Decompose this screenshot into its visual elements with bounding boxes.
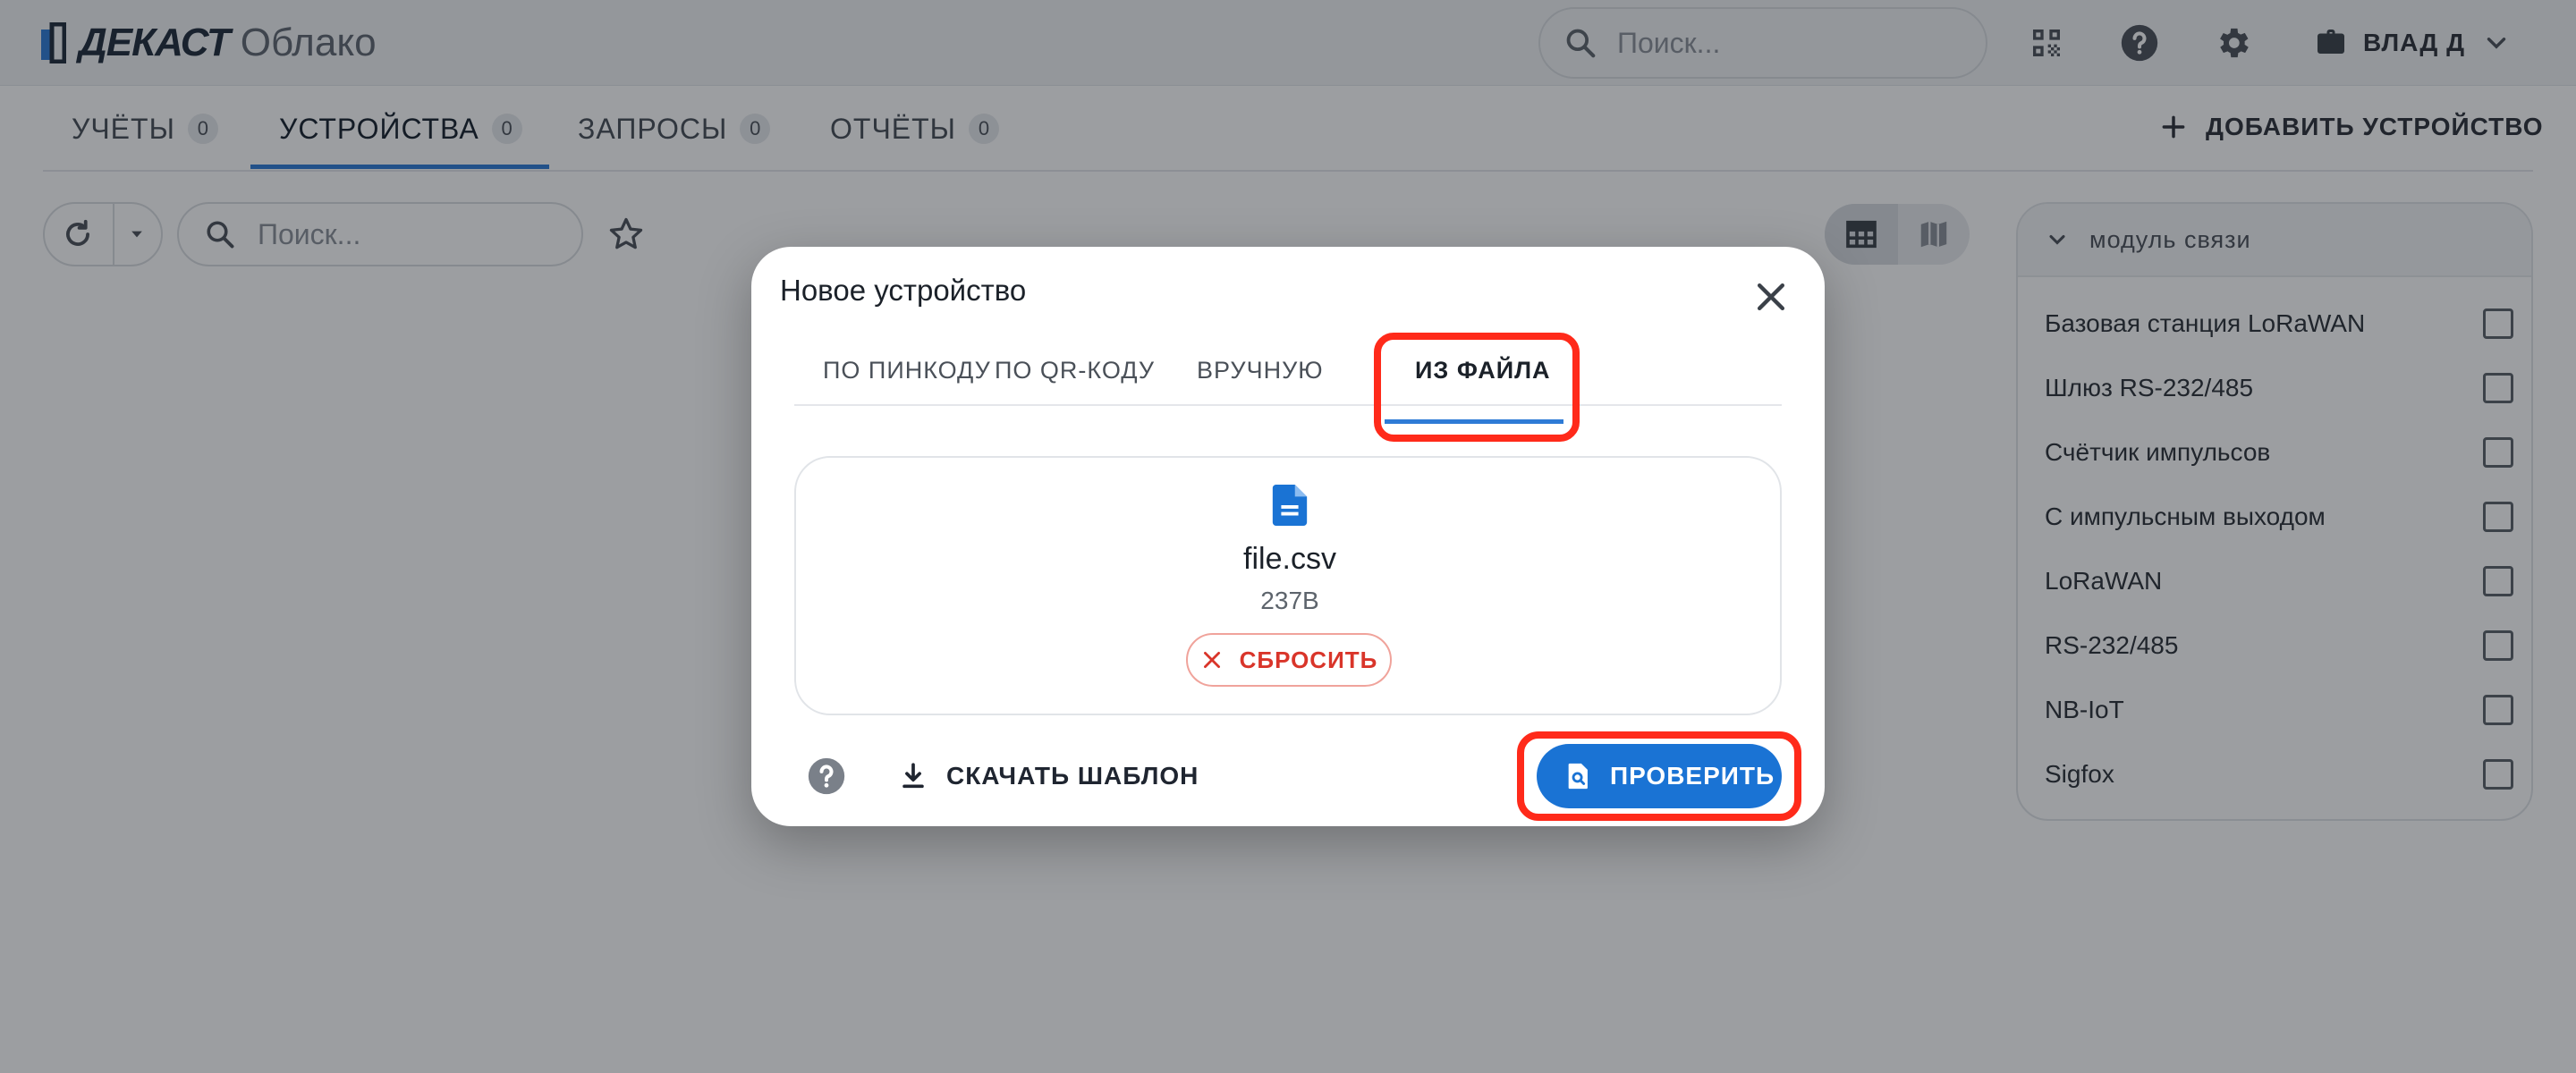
file-dropzone[interactable]: file.csv 237B СБРОСИТЬ [794,456,1782,715]
reset-label: СБРОСИТЬ [1239,646,1378,673]
download-template-button[interactable]: СКАЧАТЬ ШАБЛОН [898,753,1199,799]
dialog-tabs: ПО ПИНКОДУ ПО QR-КОДУ ВРУЧНУЮ ИЗ ФАЙЛА [794,334,1782,406]
help-button[interactable] [807,756,846,796]
close-icon [1203,652,1220,668]
reset-button[interactable]: СБРОСИТЬ [1186,633,1392,687]
new-device-dialog: Новое устройство ПО ПИНКОДУ ПО QR-КОДУ В… [751,247,1825,826]
dialog-title: Новое устройство [780,274,1027,307]
highlight-frame [1517,731,1801,821]
close-button[interactable] [1751,277,1791,317]
file-document-icon [1272,485,1308,526]
file-name: file.csv [1243,542,1336,576]
highlight-frame [1374,333,1580,442]
download-icon [902,763,924,789]
tab-by-pincode[interactable]: ПО ПИНКОДУ [823,334,991,406]
tab-by-qr-code[interactable]: ПО QR-КОДУ [995,334,1155,406]
download-template-label: СКАЧАТЬ ШАБЛОН [946,762,1199,790]
help-circle-icon [808,757,845,795]
file-size: 237B [1260,587,1319,614]
tab-manual[interactable]: ВРУЧНУЮ [1197,334,1324,406]
close-icon [1757,283,1785,311]
